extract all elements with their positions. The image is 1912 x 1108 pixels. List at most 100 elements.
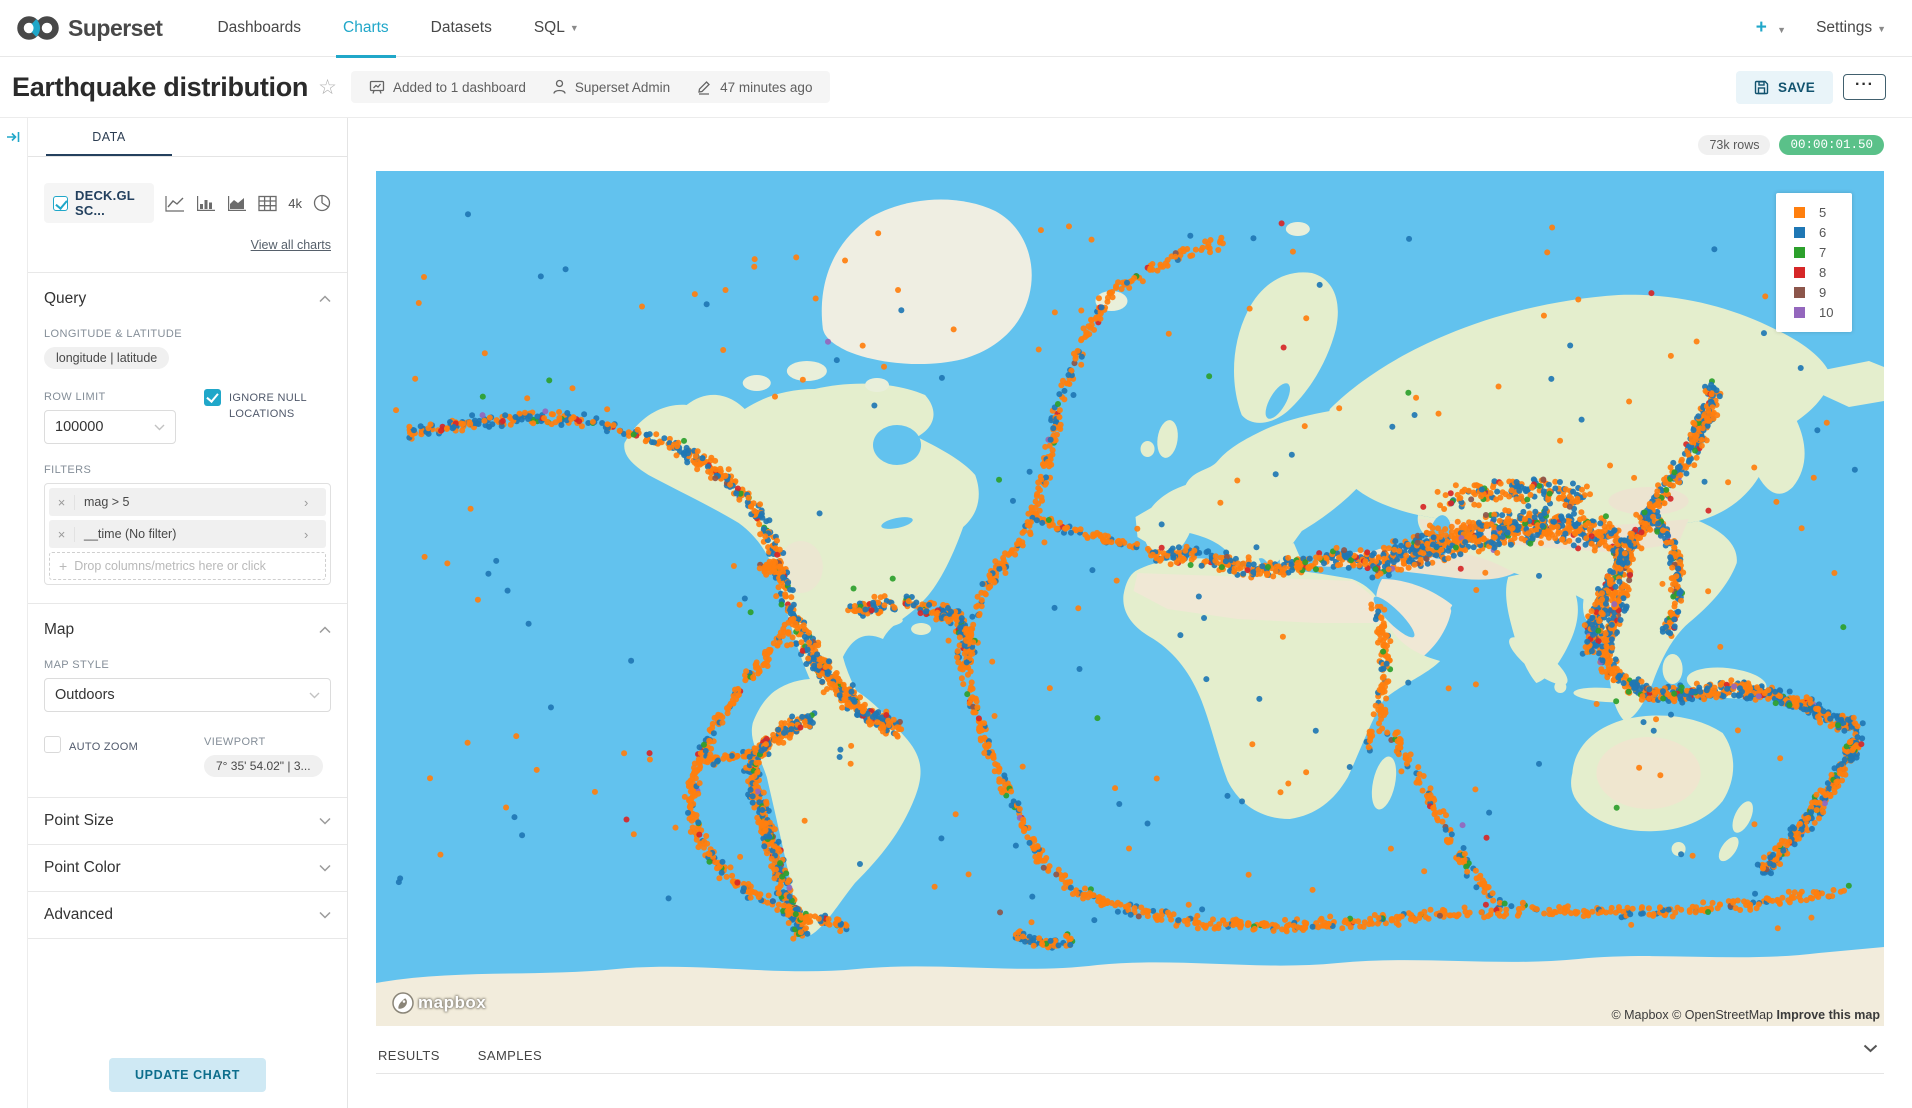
settings-menu[interactable]: Settings▼ bbox=[1816, 19, 1886, 37]
pie-chart-icon[interactable] bbox=[313, 194, 331, 212]
row-count-badge: 73k rows bbox=[1698, 135, 1770, 155]
chart-header: Earthquake distribution ☆ Added to 1 das… bbox=[0, 57, 1912, 118]
chevron-down-icon: ▼ bbox=[570, 23, 579, 33]
legend-swatch bbox=[1794, 207, 1805, 218]
tab-data[interactable]: DATA bbox=[46, 118, 172, 156]
remove-filter-icon[interactable]: × bbox=[49, 495, 75, 510]
modified-meta[interactable]: 47 minutes ago bbox=[696, 79, 812, 95]
section-point-size[interactable]: Point Size bbox=[28, 797, 347, 844]
bar-chart-icon[interactable] bbox=[196, 195, 216, 212]
legend-swatch bbox=[1794, 267, 1805, 278]
filter-row[interactable]: ×__time (No filter)› bbox=[49, 520, 326, 548]
viz-type-selected[interactable]: DECK.GL SC... bbox=[44, 183, 154, 223]
ignore-null-checkbox-row[interactable]: IGNORE NULL LOCATIONS bbox=[204, 389, 331, 422]
new-item-button[interactable]: + ▼ bbox=[1756, 17, 1786, 39]
brand-name: Superset bbox=[68, 15, 162, 42]
legend-entry: 10 bbox=[1788, 302, 1840, 322]
line-chart-icon[interactable] bbox=[165, 195, 185, 212]
nav-item-sql[interactable]: SQL▼ bbox=[513, 0, 600, 57]
legend-entry: 5 bbox=[1788, 202, 1840, 222]
save-disk-icon bbox=[1754, 80, 1769, 95]
magnitude-legend: 5678910 bbox=[1776, 193, 1852, 332]
tab-samples[interactable]: SAMPLES bbox=[478, 1048, 542, 1063]
tab-results[interactable]: RESULTS bbox=[378, 1048, 440, 1063]
superset-infinity-icon bbox=[16, 13, 60, 43]
auto-zoom-checkbox-row[interactable]: AUTO ZOOM bbox=[44, 736, 204, 755]
chevron-down-icon bbox=[154, 424, 165, 431]
superset-logo[interactable]: Superset bbox=[16, 13, 162, 43]
chevron-down-icon bbox=[319, 911, 331, 919]
more-actions-button[interactable]: ··· bbox=[1843, 74, 1886, 100]
owner-meta[interactable]: Superset Admin bbox=[552, 79, 670, 95]
nav-item-datasets[interactable]: Datasets bbox=[410, 0, 513, 57]
section-title: Point Size bbox=[44, 812, 114, 830]
ignore-null-label: IGNORE NULL LOCATIONS bbox=[229, 389, 319, 422]
chevron-down-icon: ▼ bbox=[1777, 25, 1786, 35]
results-bar: RESULTS SAMPLES bbox=[376, 1042, 1884, 1074]
ignore-null-checkbox[interactable] bbox=[204, 389, 221, 406]
legend-label: 9 bbox=[1819, 285, 1826, 300]
primary-nav: Dashboards Charts Datasets SQL▼ bbox=[196, 0, 599, 57]
dashboard-icon bbox=[369, 79, 385, 95]
legend-swatch bbox=[1794, 287, 1805, 298]
mapbox-logo[interactable]: mapbox bbox=[392, 992, 486, 1014]
panel-collapse-strip bbox=[0, 118, 28, 1108]
section-title: Point Color bbox=[44, 859, 121, 877]
page-title: Earthquake distribution bbox=[12, 72, 308, 103]
filter-label: mag > 5 bbox=[75, 495, 304, 509]
user-icon bbox=[552, 79, 567, 95]
legend-entry: 9 bbox=[1788, 282, 1840, 302]
row-limit-select[interactable]: 100000 bbox=[44, 410, 176, 444]
map-style-label: MAP STYLE bbox=[44, 659, 331, 671]
chevron-right-icon[interactable]: › bbox=[304, 527, 326, 542]
query-section-header[interactable]: Query bbox=[44, 273, 331, 308]
filter-row[interactable]: ×mag > 5› bbox=[49, 488, 326, 516]
filters-box: ×mag > 5›×__time (No filter)› + Drop col… bbox=[44, 483, 331, 585]
auto-zoom-checkbox[interactable] bbox=[44, 736, 61, 753]
lonlat-pill[interactable]: longitude | latitude bbox=[44, 347, 169, 369]
chart-canvas-area: 73k rows 00:00:01.50 bbox=[348, 118, 1912, 1108]
modified-meta-label: 47 minutes ago bbox=[720, 80, 812, 95]
viewport-pill[interactable]: 7° 35' 54.02" | 3... bbox=[204, 755, 323, 777]
chevron-up-icon bbox=[319, 626, 331, 634]
legend-entry: 8 bbox=[1788, 262, 1840, 282]
view-all-charts-link[interactable]: View all charts bbox=[251, 238, 331, 252]
section-title: Advanced bbox=[44, 906, 113, 924]
viz-type-checkbox[interactable] bbox=[53, 196, 68, 211]
viz-more-count[interactable]: 4k bbox=[288, 196, 302, 211]
chart-meta: Added to 1 dashboard Superset Admin 47 m… bbox=[351, 71, 830, 103]
legend-entry: 7 bbox=[1788, 242, 1840, 262]
area-chart-icon[interactable] bbox=[227, 195, 247, 212]
chevron-down-icon bbox=[309, 692, 320, 699]
data-panel: DATA DECK.GL SC... bbox=[28, 118, 348, 1108]
nav-item-charts[interactable]: Charts bbox=[322, 0, 410, 57]
timer-badge: 00:00:01.50 bbox=[1779, 135, 1884, 155]
update-chart-button[interactable]: UPDATE CHART bbox=[109, 1058, 266, 1092]
legend-swatch bbox=[1794, 247, 1805, 258]
deckgl-map[interactable]: 5678910 mapbox © Mapbox © OpenStreetMap … bbox=[376, 171, 1884, 1026]
collapse-panel-icon[interactable] bbox=[6, 130, 21, 144]
favorite-star-icon[interactable]: ☆ bbox=[318, 75, 337, 100]
legend-label: 5 bbox=[1819, 205, 1826, 220]
map-section-header[interactable]: Map bbox=[44, 604, 331, 639]
filter-drop-zone[interactable]: + Drop columns/metrics here or click bbox=[49, 552, 326, 580]
collapse-results-icon[interactable] bbox=[1863, 1044, 1878, 1053]
chevron-right-icon[interactable]: › bbox=[304, 495, 326, 510]
legend-label: 8 bbox=[1819, 265, 1826, 280]
legend-swatch bbox=[1794, 307, 1805, 318]
lonlat-label: LONGITUDE & LATITUDE bbox=[44, 328, 331, 340]
section-advanced[interactable]: Advanced bbox=[28, 891, 347, 938]
dashboards-meta[interactable]: Added to 1 dashboard bbox=[369, 79, 526, 95]
remove-filter-icon[interactable]: × bbox=[49, 527, 75, 542]
save-button[interactable]: SAVE bbox=[1736, 71, 1833, 104]
legend-label: 7 bbox=[1819, 245, 1826, 260]
table-icon[interactable] bbox=[258, 195, 277, 212]
nav-item-dashboards[interactable]: Dashboards bbox=[196, 0, 322, 57]
dashboards-meta-label: Added to 1 dashboard bbox=[393, 80, 526, 95]
improve-map-link[interactable]: Improve this map bbox=[1777, 1008, 1881, 1022]
pencil-icon bbox=[696, 79, 712, 95]
chevron-up-icon bbox=[319, 295, 331, 303]
legend-label: 10 bbox=[1819, 305, 1833, 320]
section-point-color[interactable]: Point Color bbox=[28, 844, 347, 891]
map-style-select[interactable]: Outdoors bbox=[44, 678, 331, 712]
